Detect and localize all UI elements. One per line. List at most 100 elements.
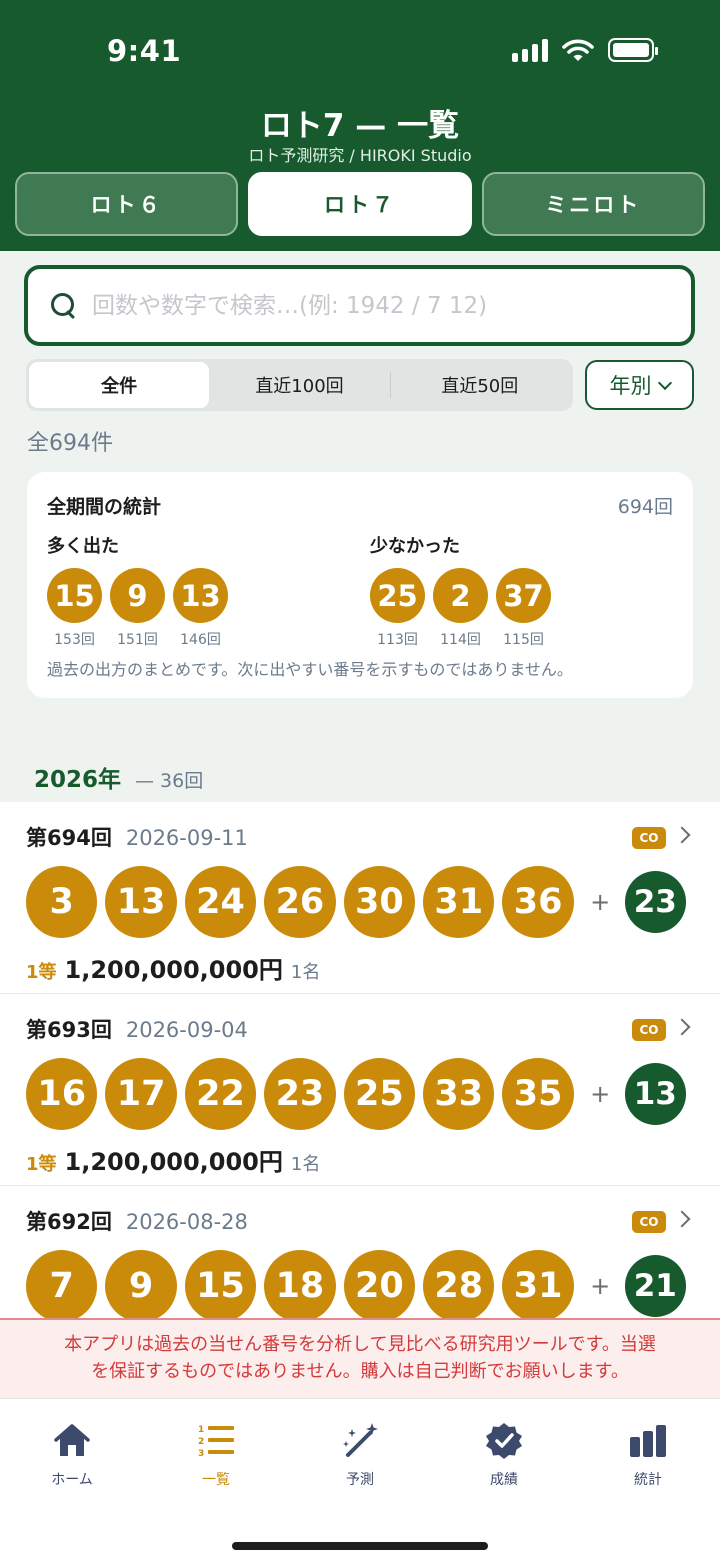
plus-icon: + bbox=[590, 1080, 611, 1108]
home-icon bbox=[54, 1424, 90, 1456]
draw-count: 115回 bbox=[503, 632, 544, 648]
lottery-type-tabs: ロト６ ロト７ ミニロト bbox=[15, 172, 705, 236]
stat-ball: 2 114回 bbox=[433, 568, 488, 649]
tab-loto6[interactable]: ロト６ bbox=[15, 172, 239, 236]
draw-date: 2026-08-28 bbox=[125, 1210, 248, 1234]
tab-miniloto[interactable]: ミニロト bbox=[481, 172, 705, 236]
disclaimer-line-2: を保証するものではありません。購入は自己判断でお願いします。 bbox=[91, 1361, 629, 1382]
filter-all[interactable]: 全件 bbox=[29, 362, 210, 408]
tab-statistics[interactable]: 統計 bbox=[593, 1421, 703, 1489]
stat-ball: 25 113回 bbox=[370, 568, 425, 649]
number-ball: 18 bbox=[264, 1250, 336, 1318]
page-title: ロト7 — 一覧 bbox=[260, 108, 460, 144]
verified-badge-icon bbox=[486, 1423, 522, 1459]
search-box bbox=[24, 265, 695, 346]
number-ball: 37 bbox=[496, 568, 551, 623]
svg-text:1: 1 bbox=[198, 1425, 204, 1435]
bottom-tab-bar: ホーム 1 2 3 一覧 予測 成績 統計 bbox=[0, 1398, 720, 1565]
number-ball: 31 bbox=[502, 1250, 574, 1318]
number-ball: 20 bbox=[343, 1250, 416, 1318]
most-drawn-label: 多く出た bbox=[47, 536, 119, 557]
winning-numbers: 7 9 15 18 20 28 31 + 21 bbox=[26, 1250, 694, 1318]
bar-chart-icon bbox=[630, 1425, 666, 1457]
disclaimer-line-1: 本アプリは過去の当せん番号を分析して見比べる研究用ツールです。当選 bbox=[64, 1334, 656, 1355]
number-ball: 23 bbox=[264, 1058, 336, 1130]
tab-home[interactable]: ホーム bbox=[17, 1421, 127, 1489]
wifi-icon bbox=[562, 39, 594, 61]
prize-grade: 1等 bbox=[26, 962, 57, 983]
co-badge: CO bbox=[632, 1019, 666, 1041]
most-drawn: 多く出た 15 153回 9 151回 13 146回 bbox=[47, 532, 228, 649]
draw-row[interactable]: 第693回 2026-09-04 CO 16 17 22 23 25 33 35… bbox=[0, 994, 720, 1186]
stats-title: 全期間の統計 bbox=[47, 496, 162, 518]
draw-count: 113回 bbox=[377, 632, 418, 648]
year-draw-count: — 36回 bbox=[135, 770, 204, 792]
year-label: 2026年 bbox=[34, 767, 122, 793]
tab-results[interactable]: 成績 bbox=[449, 1421, 559, 1489]
number-ball: 26 bbox=[264, 866, 336, 938]
tab-list[interactable]: 1 2 3 一覧 bbox=[161, 1421, 271, 1489]
tab-label: 成績 bbox=[490, 1472, 518, 1488]
status-time: 9:41 bbox=[107, 34, 182, 68]
number-ball: 25 bbox=[343, 1058, 416, 1130]
co-badge: CO bbox=[632, 827, 666, 849]
magic-wand-icon bbox=[343, 1423, 378, 1457]
tab-label: 統計 bbox=[634, 1472, 662, 1488]
battery-icon bbox=[608, 38, 658, 62]
number-ball: 36 bbox=[502, 866, 574, 938]
prize-grade: 1等 bbox=[26, 1154, 57, 1175]
number-ball: 2 bbox=[433, 568, 488, 623]
prize-amount: 1,200,000,000円 bbox=[64, 956, 283, 984]
draw-count: 153回 bbox=[54, 632, 95, 648]
draw-number: 第692回 bbox=[26, 1210, 112, 1234]
draw-number: 第694回 bbox=[26, 826, 112, 850]
bonus-ball: 13 bbox=[624, 1063, 687, 1125]
number-ball: 9 bbox=[105, 1250, 177, 1318]
disclaimer-banner: 本アプリは過去の当せん番号を分析して見比べる研究用ツールです。当選 を保証するも… bbox=[0, 1318, 720, 1398]
draw-date: 2026-09-04 bbox=[125, 1018, 248, 1042]
filter-recent-100[interactable]: 直近100回 bbox=[209, 362, 389, 408]
draw-row[interactable]: 第692回 2026-08-28 CO 7 9 15 18 20 28 31 +… bbox=[0, 1186, 720, 1318]
number-ball: 33 bbox=[423, 1058, 495, 1130]
number-ball: 17 bbox=[105, 1058, 177, 1130]
year-section-heading: 2026年 — 36回 bbox=[34, 760, 203, 794]
chevron-down-icon bbox=[657, 375, 672, 390]
number-ball: 30 bbox=[343, 866, 416, 938]
tab-loto7[interactable]: ロト７ bbox=[248, 172, 472, 236]
range-filter: 全件 直近100回 直近50回 bbox=[26, 359, 573, 411]
year-filter-button[interactable]: 年別 bbox=[585, 360, 694, 410]
search-icon bbox=[50, 292, 78, 320]
number-ball: 28 bbox=[423, 1250, 495, 1318]
stat-ball: 9 151回 bbox=[110, 568, 165, 649]
number-ball: 7 bbox=[26, 1250, 98, 1318]
tab-label: 一覧 bbox=[202, 1472, 230, 1488]
number-ball: 13 bbox=[173, 568, 228, 623]
number-ball: 13 bbox=[105, 866, 177, 938]
number-ball: 24 bbox=[184, 866, 257, 938]
stats-card: 全期間の統計 694回 多く出た 15 153回 9 151回 13 146回 少なか… bbox=[27, 472, 693, 698]
winning-numbers: 3 13 24 26 30 31 36 + 23 bbox=[26, 866, 694, 938]
list-icon: 1 2 3 bbox=[198, 1425, 234, 1459]
prize-winners: 1名 bbox=[290, 962, 321, 983]
least-drawn-label: 少なかった bbox=[370, 536, 460, 557]
number-ball: 25 bbox=[370, 568, 425, 623]
draw-list: 第694回 2026-09-11 CO 3 13 24 26 30 31 36 … bbox=[0, 802, 720, 1318]
filter-recent-50[interactable]: 直近50回 bbox=[389, 362, 570, 408]
svg-text:2: 2 bbox=[198, 1437, 204, 1447]
home-indicator[interactable] bbox=[232, 1542, 488, 1550]
stats-note: 過去の出方のまとめです。次に出やすい番号を示すものではありません。 bbox=[47, 660, 573, 679]
draw-count: 114回 bbox=[440, 632, 481, 648]
draw-row[interactable]: 第694回 2026-09-11 CO 3 13 24 26 30 31 36 … bbox=[0, 802, 720, 994]
number-ball: 22 bbox=[184, 1058, 257, 1130]
number-ball: 35 bbox=[502, 1058, 574, 1130]
search-input[interactable] bbox=[92, 292, 691, 319]
cellular-signal-icon bbox=[512, 38, 548, 62]
draw-date: 2026-09-11 bbox=[125, 826, 248, 850]
plus-icon: + bbox=[590, 1272, 611, 1300]
stat-ball: 13 146回 bbox=[173, 568, 228, 649]
page-subtitle: ロト予測研究 / HIROKI Studio bbox=[248, 146, 472, 165]
tab-label: 予測 bbox=[346, 1472, 374, 1488]
stats-total: 694回 bbox=[617, 496, 673, 518]
tab-prediction[interactable]: 予測 bbox=[305, 1421, 415, 1489]
prize-info: 1等 1,200,000,000円 1名 bbox=[26, 950, 694, 985]
